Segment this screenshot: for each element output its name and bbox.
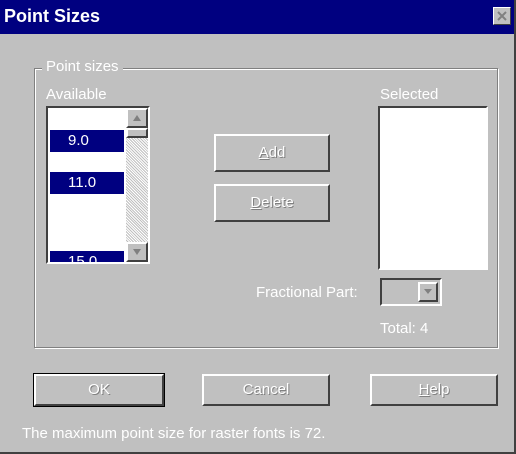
- available-listbox[interactable]: 9.0 11.0 15.0: [46, 106, 150, 264]
- list-item[interactable]: 11.0: [50, 172, 124, 194]
- add-button[interactable]: Add: [214, 134, 330, 172]
- fractional-part-dropdown-button[interactable]: [418, 282, 438, 302]
- help-button[interactable]: Help: [370, 374, 498, 406]
- fractional-part-select[interactable]: [380, 278, 442, 306]
- fractional-part-label: Fractional Part:: [256, 284, 358, 301]
- group-label: Point sizes: [42, 58, 123, 75]
- list-item[interactable]: 9.0: [50, 130, 124, 152]
- ok-button[interactable]: OK: [33, 373, 165, 407]
- title-bar: Point Sizes: [0, 0, 514, 34]
- selected-listbox[interactable]: [378, 106, 488, 270]
- close-button[interactable]: [493, 7, 511, 25]
- available-scrollbar[interactable]: [126, 108, 148, 262]
- arrow-up-icon: [133, 115, 141, 121]
- selected-label: Selected: [380, 86, 439, 103]
- cancel-button[interactable]: Cancel: [202, 374, 330, 406]
- close-icon: [497, 11, 507, 21]
- available-label: Available: [46, 86, 107, 103]
- list-item[interactable]: 15.0: [50, 251, 124, 262]
- status-message: The maximum point size for raster fonts …: [22, 425, 326, 442]
- chevron-down-icon: [424, 289, 432, 294]
- scroll-thumb[interactable]: [126, 128, 148, 138]
- arrow-down-icon: [133, 249, 141, 255]
- window-title: Point Sizes: [4, 6, 101, 26]
- delete-button[interactable]: Delete: [214, 184, 330, 222]
- scroll-up-button[interactable]: [126, 108, 148, 128]
- point-sizes-dialog: Point Sizes Point sizes Available 9.0 11…: [0, 0, 516, 454]
- total-count: Total: 4: [380, 320, 429, 337]
- scroll-down-button[interactable]: [126, 242, 148, 262]
